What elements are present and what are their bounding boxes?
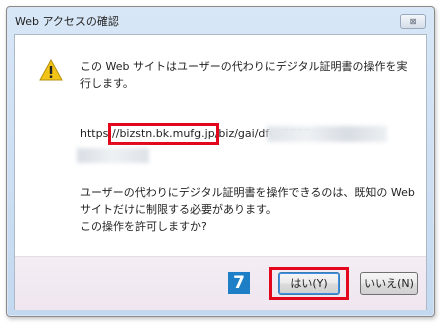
restriction-text: ユーザーの代わりにデジタル証明書を操作できるのは、既知の Web サイトだけに制… bbox=[80, 186, 415, 216]
button-bar: 7 はい(Y) いいえ(N) bbox=[15, 256, 426, 310]
close-icon: ⊠ bbox=[409, 17, 417, 26]
yes-button-highlight: はい(Y) bbox=[269, 267, 349, 300]
no-button[interactable]: いいえ(N) bbox=[360, 272, 418, 295]
title-bar[interactable]: Web アクセスの確認 ⊠ bbox=[7, 7, 434, 34]
confirm-question: この操作を許可しますか? bbox=[80, 220, 207, 233]
close-button[interactable]: ⊠ bbox=[400, 14, 426, 29]
web-access-confirm-dialog: Web アクセスの確認 ⊠ この Web サイトはユーザーの代わりにデジタル証明… bbox=[6, 6, 435, 317]
redacted-url-part-1 bbox=[267, 126, 387, 142]
url-host-highlight: //bizstn.bk.mufg.jp bbox=[108, 123, 219, 145]
redacted-url-part-2 bbox=[77, 148, 149, 163]
message-line-2: ユーザーの代わりにデジタル証明書を操作できるのは、既知の Web サイトだけに制… bbox=[80, 184, 420, 235]
message-line-1: この Web サイトはユーザーの代わりにデジタル証明書の操作を実行します。 bbox=[80, 60, 408, 90]
window-title: Web アクセスの確認 bbox=[15, 15, 119, 28]
message-area: この Web サイトはユーザーの代わりにデジタル証明書の操作を実行します。 ht… bbox=[15, 35, 426, 256]
warning-icon bbox=[39, 59, 63, 81]
step-number-badge: 7 bbox=[228, 272, 250, 294]
dialog-client-area: この Web サイトはユーザーの代わりにデジタル証明書の操作を実行します。 ht… bbox=[14, 34, 427, 310]
yes-button[interactable]: はい(Y) bbox=[278, 272, 340, 295]
